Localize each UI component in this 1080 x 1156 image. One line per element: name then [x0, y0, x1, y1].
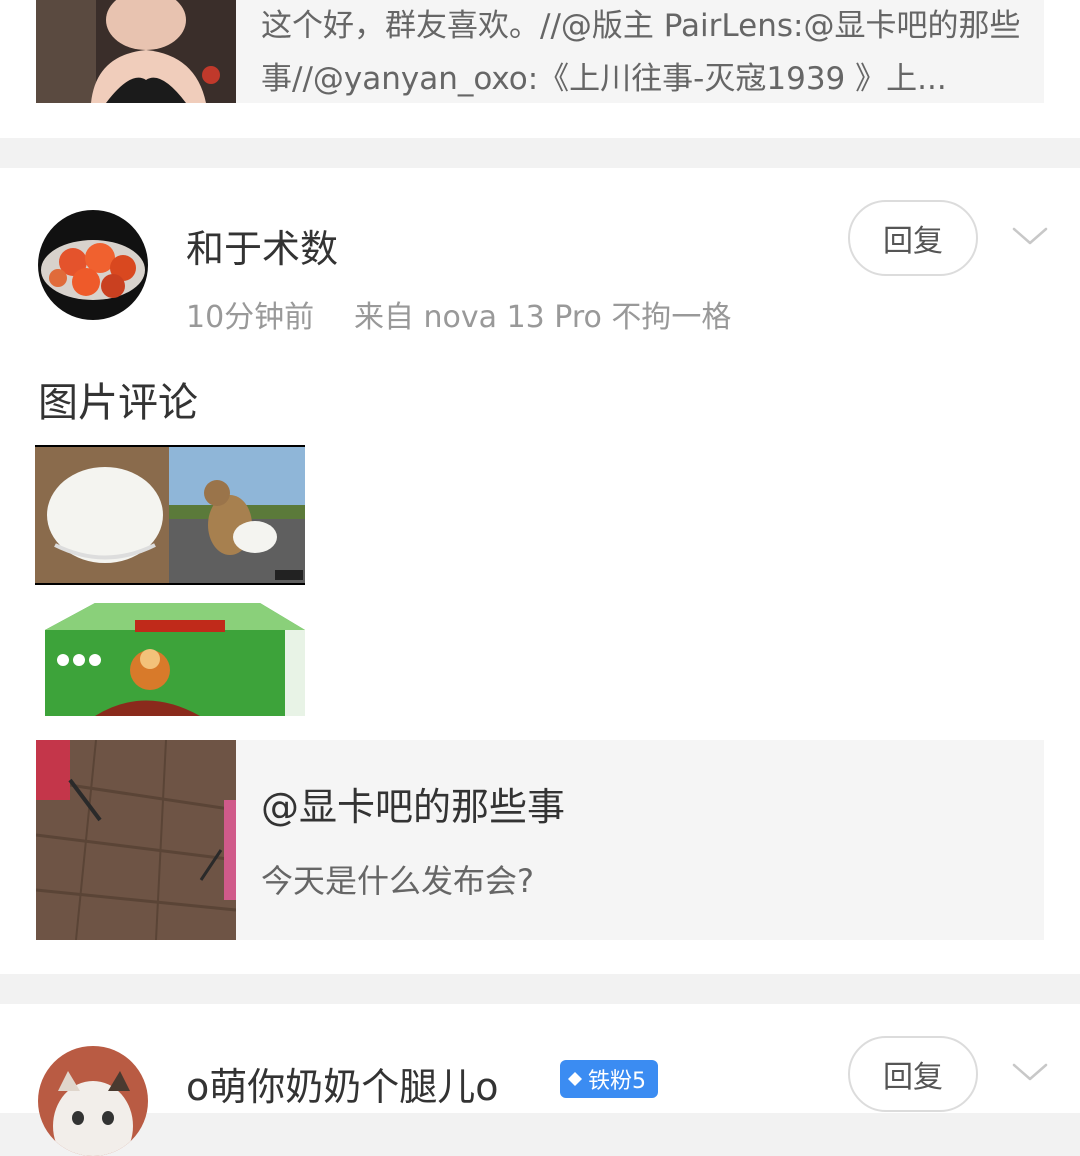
username[interactable]: o萌你奶奶个腿儿o: [186, 1056, 499, 1111]
post-source: 来自 nova 13 Pro 不拘一格: [354, 300, 732, 335]
diamond-icon: [568, 1072, 582, 1086]
chevron-down-icon[interactable]: [1010, 216, 1050, 256]
fan-badge-label: 铁粉5: [588, 1069, 646, 1094]
prev-post-card: 这个好，群友喜欢。//@版主 PairLens:@显卡吧的那些事//@yanya…: [0, 0, 1080, 138]
quoted-post[interactable]: @显卡吧的那些事 今天是什么发布会?: [36, 740, 1044, 940]
quoted-post-thumbnail: [36, 0, 236, 103]
post-image[interactable]: [35, 445, 305, 585]
avatar[interactable]: [38, 210, 148, 320]
quoted-username[interactable]: @显卡吧的那些事: [261, 776, 565, 831]
reply-button[interactable]: 回复: [848, 1036, 978, 1112]
post-image-2[interactable]: [35, 585, 305, 716]
avatar[interactable]: [38, 1046, 148, 1156]
quoted-post[interactable]: 这个好，群友喜欢。//@版主 PairLens:@显卡吧的那些事//@yanya…: [36, 0, 1044, 103]
reply-button[interactable]: 回复: [848, 200, 978, 276]
post-time: 10分钟前: [186, 300, 315, 335]
quoted-text: 今天是什么发布会?: [261, 862, 534, 900]
post-card: 和于术数 10分钟前 来自 nova 13 Pro 不拘一格 回复 图片评论 @…: [0, 168, 1080, 974]
next-post-card: o萌你奶奶个腿儿o 铁粉5 回复: [0, 1004, 1080, 1156]
fan-badge[interactable]: 铁粉5: [560, 1060, 658, 1098]
post-content: 图片评论: [38, 380, 198, 426]
chevron-down-icon[interactable]: [1010, 1052, 1050, 1092]
quoted-post-thumbnail: [36, 740, 236, 940]
quoted-post-text: 这个好，群友喜欢。//@版主 PairLens:@显卡吧的那些事//@yanya…: [261, 8, 1021, 97]
username[interactable]: 和于术数: [186, 218, 338, 273]
